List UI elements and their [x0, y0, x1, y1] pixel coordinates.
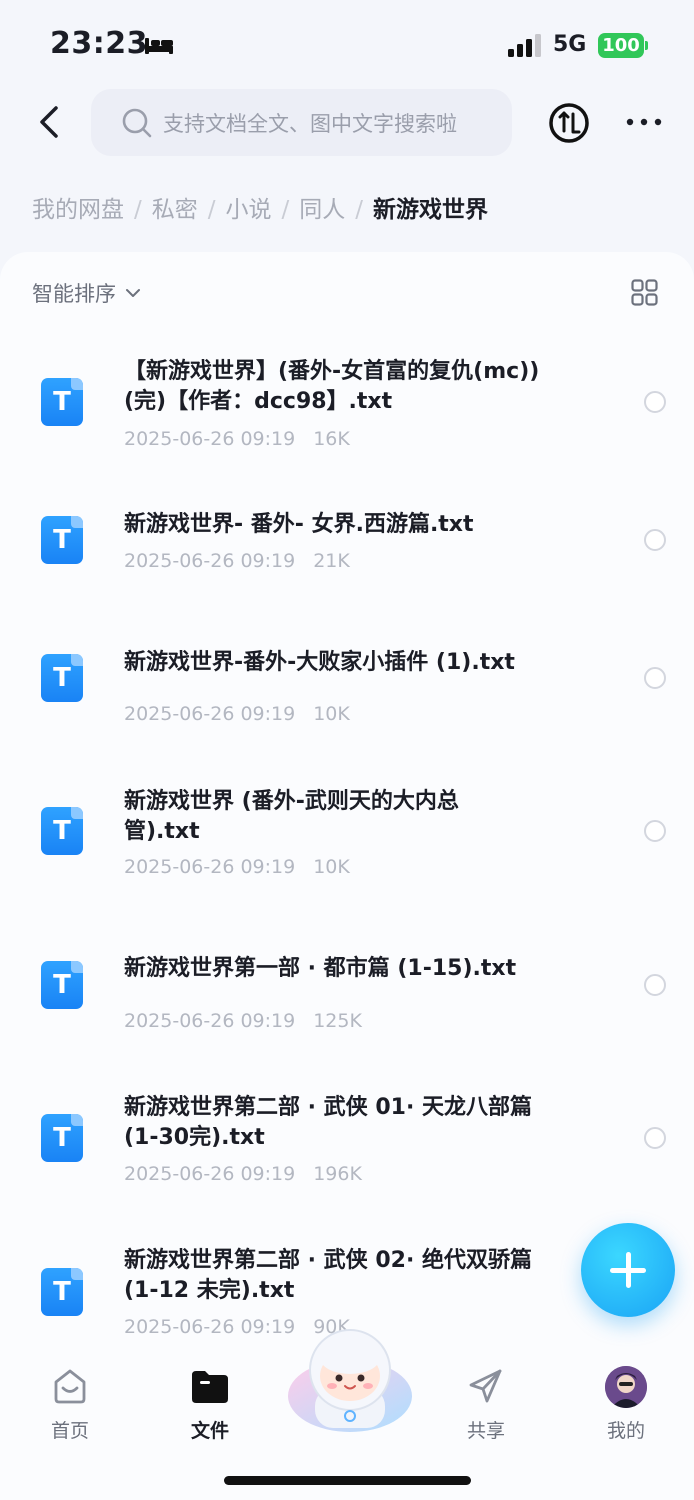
- chevron-down-icon: [126, 289, 140, 297]
- file-size: 21K: [313, 550, 350, 572]
- file-list-item[interactable]: T 【新游戏世界】(番外-女首富的复仇(mc)) (完)【作者：dcc98】.t…: [0, 350, 694, 500]
- sort-label: 智能排序: [32, 282, 116, 306]
- nav-item-files[interactable]: 文件: [160, 1366, 260, 1446]
- text-file-icon: T: [41, 516, 83, 564]
- file-date: 2025-06-26 09:19: [124, 1316, 296, 1338]
- file-meta: 2025-06-26 09:19 10K: [124, 856, 350, 878]
- plus-icon-vertical: [626, 1252, 631, 1288]
- breadcrumb-item-novels[interactable]: 小说: [226, 190, 272, 224]
- file-size: 16K: [313, 428, 350, 450]
- more-options-icon[interactable]: [624, 110, 664, 134]
- select-radio[interactable]: [644, 820, 666, 842]
- breadcrumb-separator: /: [207, 197, 216, 223]
- battery-tip: [645, 41, 648, 50]
- search-placeholder: 支持文档全文、图中文字搜索啦: [163, 112, 457, 136]
- transfer-list-icon[interactable]: [548, 102, 590, 144]
- file-date: 2025-06-26 09:19: [124, 550, 296, 572]
- text-file-icon: T: [41, 807, 83, 855]
- file-date: 2025-06-26 09:19: [124, 1163, 296, 1185]
- file-meta: 2025-06-26 09:19 196K: [124, 1163, 362, 1185]
- file-size: 125K: [313, 1010, 362, 1032]
- file-name: 新游戏世界-番外-大败家小插件 (1).txt: [124, 650, 515, 675]
- breadcrumb-separator: /: [355, 197, 363, 223]
- file-date: 2025-06-26 09:19: [124, 703, 296, 725]
- folder-icon: [192, 1371, 228, 1403]
- nav-label-home: 首页: [50, 1420, 89, 1442]
- breadcrumb-item-fanfic[interactable]: 同人: [299, 190, 345, 224]
- file-date: 2025-06-26 09:19: [124, 428, 296, 450]
- search-input[interactable]: 支持文档全文、图中文字搜索啦: [91, 89, 512, 156]
- add-button[interactable]: [581, 1223, 675, 1317]
- file-list-panel: 智能排序 T 【新游戏世界】(番外-女首富的复仇(mc)) (完)【作者：dcc…: [0, 252, 694, 1352]
- nav-item-home[interactable]: 首页: [20, 1366, 120, 1446]
- nav-label-share: 共享: [466, 1420, 505, 1442]
- file-date: 2025-06-26 09:19: [124, 1010, 296, 1032]
- file-meta: 2025-06-26 09:19 21K: [124, 550, 350, 572]
- select-radio[interactable]: [644, 667, 666, 689]
- file-meta: 2025-06-26 09:19 125K: [124, 1010, 362, 1032]
- status-time: 23:23: [50, 26, 148, 61]
- text-file-icon: T: [41, 1268, 83, 1316]
- home-indicator: [224, 1476, 471, 1485]
- ai-assistant-mascot[interactable]: [285, 1328, 415, 1433]
- nav-label-files: 文件: [190, 1420, 229, 1442]
- file-size: 10K: [313, 856, 350, 878]
- file-date: 2025-06-26 09:19: [124, 856, 296, 878]
- text-file-icon: T: [41, 378, 83, 426]
- cellular-signal-icon: [508, 34, 541, 57]
- user-avatar-icon: [605, 1366, 647, 1408]
- grid-view-icon[interactable]: [631, 279, 658, 306]
- select-radio[interactable]: [644, 1127, 666, 1149]
- file-size: 196K: [313, 1163, 362, 1185]
- file-meta: 2025-06-26 09:19 10K: [124, 703, 350, 725]
- breadcrumb: 我的网盘 / 私密 / 小说 / 同人 / 新游戏世界: [32, 190, 488, 224]
- file-list-item[interactable]: T 新游戏世界第二部 · 武侠 01· 天龙八部篇(1-30完).txt 202…: [0, 1088, 694, 1238]
- file-name: 新游戏世界- 番外- 女界.西游篇.txt: [124, 512, 474, 537]
- file-name: 新游戏世界第二部 · 武侠 01· 天龙八部篇(1-30完).txt: [124, 1095, 532, 1150]
- file-list-item[interactable]: T 新游戏世界 (番外-武则天的大内总管).txt 2025-06-26 09:…: [0, 780, 694, 930]
- file-list-item[interactable]: T 新游戏世界-番外-大败家小插件 (1).txt 2025-06-26 09:…: [0, 626, 694, 776]
- text-file-icon: T: [41, 654, 83, 702]
- select-radio[interactable]: [644, 529, 666, 551]
- file-name: 新游戏世界 (番外-武则天的大内总管).txt: [124, 789, 459, 844]
- paper-plane-icon: [469, 1369, 502, 1403]
- breadcrumb-separator: /: [134, 197, 142, 223]
- nav-label-me: 我的: [606, 1420, 645, 1442]
- status-bar: 23:23 5G 100: [0, 0, 694, 90]
- breadcrumb-current-folder: 新游戏世界: [373, 197, 488, 223]
- text-file-icon: T: [41, 961, 83, 1009]
- file-list-item[interactable]: T 新游戏世界第一部 · 都市篇 (1-15).txt 2025-06-26 0…: [0, 934, 694, 1084]
- file-name: 新游戏世界第二部 · 武侠 02· 绝代双骄篇(1-12 未完).txt: [124, 1248, 532, 1303]
- breadcrumb-item-private[interactable]: 私密: [152, 190, 198, 224]
- file-meta: 2025-06-26 09:19 16K: [124, 428, 350, 450]
- text-file-icon: T: [41, 1114, 83, 1162]
- sort-dropdown[interactable]: 智能排序: [32, 278, 142, 308]
- file-size: 10K: [313, 703, 350, 725]
- breadcrumb-item-my-drive[interactable]: 我的网盘: [32, 190, 124, 224]
- network-type: 5G: [553, 32, 587, 57]
- battery-indicator: 100: [598, 33, 644, 58]
- search-icon: [122, 108, 152, 138]
- home-icon: [54, 1369, 86, 1404]
- avatar[interactable]: [605, 1366, 647, 1408]
- file-name: 新游戏世界第一部 · 都市篇 (1-15).txt: [124, 956, 517, 981]
- file-list-item[interactable]: T 新游戏世界- 番外- 女界.西游篇.txt 2025-06-26 09:19…: [0, 488, 694, 638]
- file-name: 【新游戏世界】(番外-女首富的复仇(mc)) (完)【作者：dcc98】.txt: [124, 359, 540, 414]
- select-radio[interactable]: [644, 974, 666, 996]
- select-radio[interactable]: [644, 391, 666, 413]
- sleep-focus-icon: [145, 38, 173, 54]
- breadcrumb-separator: /: [281, 197, 290, 223]
- back-button[interactable]: [30, 100, 70, 144]
- nav-item-share[interactable]: 共享: [436, 1366, 536, 1446]
